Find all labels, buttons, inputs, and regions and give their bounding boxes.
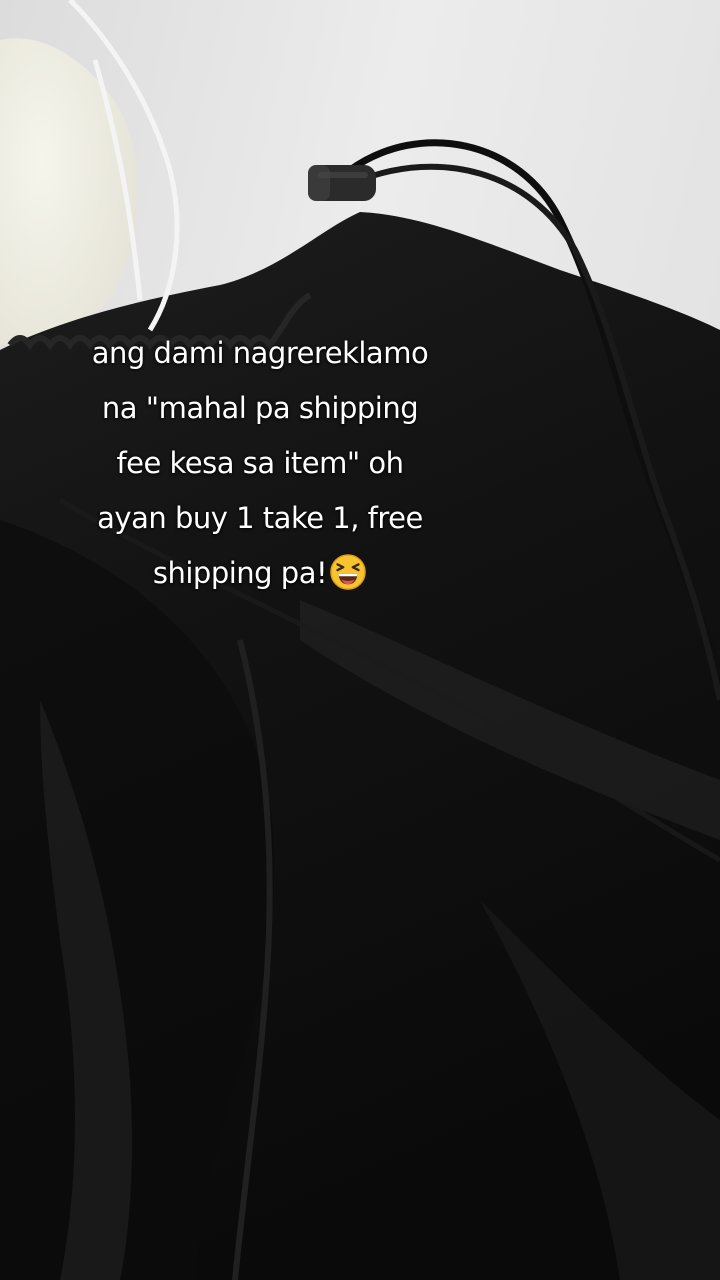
- video-caption: ang dami nagrereklamo na "mahal pa shipp…: [40, 326, 480, 601]
- caption-line: fee kesa sa item" oh: [116, 446, 404, 480]
- product-photo: [0, 0, 720, 1280]
- caption-line: ayan buy 1 take 1, free: [97, 501, 423, 535]
- caption-line: na "mahal pa shipping: [101, 391, 419, 425]
- caption-line: ang dami nagrereklamo: [91, 336, 429, 370]
- video-frame: ang dami nagrereklamo na "mahal pa shipp…: [0, 0, 720, 1280]
- laughing-squinting-face-icon: [330, 554, 366, 590]
- caption-line-text: shipping pa!: [152, 556, 328, 590]
- caption-line-last: shipping pa!: [40, 546, 480, 601]
- cord-stopper: [308, 165, 376, 201]
